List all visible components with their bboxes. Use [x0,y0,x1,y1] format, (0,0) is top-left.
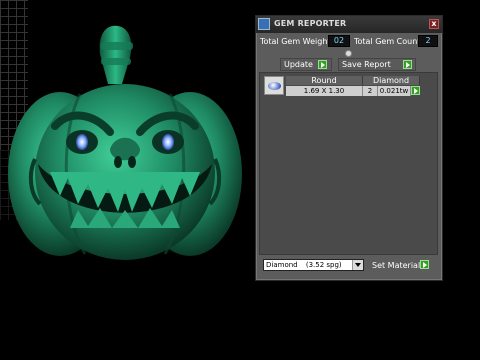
left-eye-gem [76,134,88,150]
gem-count-cell: 2 [363,86,378,96]
total-gem-weight-label: Total Gem Weight [260,37,331,46]
save-report-label: Save Report [342,60,391,69]
column-header-shape: Round [286,76,363,85]
gem-reporter-panel: GEM REPORTER x Total Gem Weight 02 Total… [255,15,443,281]
save-report-play-arrow-icon[interactable] [403,60,412,69]
set-material-play-arrow-icon[interactable] [420,260,429,269]
row-play-arrow-icon[interactable] [411,86,420,95]
panel-titlebar[interactable]: GEM REPORTER x [256,16,442,33]
material-select[interactable]: Diamond (3.52 spg) [263,259,364,271]
material-select-value: Diamond [266,261,298,269]
gem-thumbnail[interactable] [264,76,284,95]
total-gem-weight-field: 02 [328,35,350,47]
pumpkin-stem [99,25,132,84]
material-select-spg: (3.52 spg) [305,261,342,269]
total-gem-count-field: 2 [418,35,438,47]
update-label: Update [284,60,313,69]
round-gem-icon [268,82,281,90]
material-bar: Diamond (3.52 spg) Set Material [256,257,442,277]
gem-weight-cell: 0.021tw [378,86,411,96]
panel-title: GEM REPORTER [274,19,347,28]
gem-table: Round Diamond 1.69 X 1.30 2 0.021tw [259,72,438,255]
set-material-label[interactable]: Set Material [372,261,420,270]
chevron-down-icon[interactable] [352,260,363,270]
gem-reporter-icon [258,18,270,30]
close-icon[interactable]: x [429,19,439,29]
gem-size-cell: 1.69 X 1.30 [286,86,363,96]
right-eye-gem [162,134,174,150]
pumpkin-pendant-model[interactable] [0,14,250,264]
total-gem-count-label: Total Gem Count [354,37,421,46]
save-report-button[interactable]: Save Report [338,58,416,71]
collapse-toggle-icon[interactable] [345,50,352,57]
bail-ring [101,58,131,65]
column-header-material: Diamond [363,76,420,85]
update-play-arrow-icon[interactable] [318,60,327,69]
update-button[interactable]: Update [280,58,332,71]
bail-ring [101,42,133,50]
